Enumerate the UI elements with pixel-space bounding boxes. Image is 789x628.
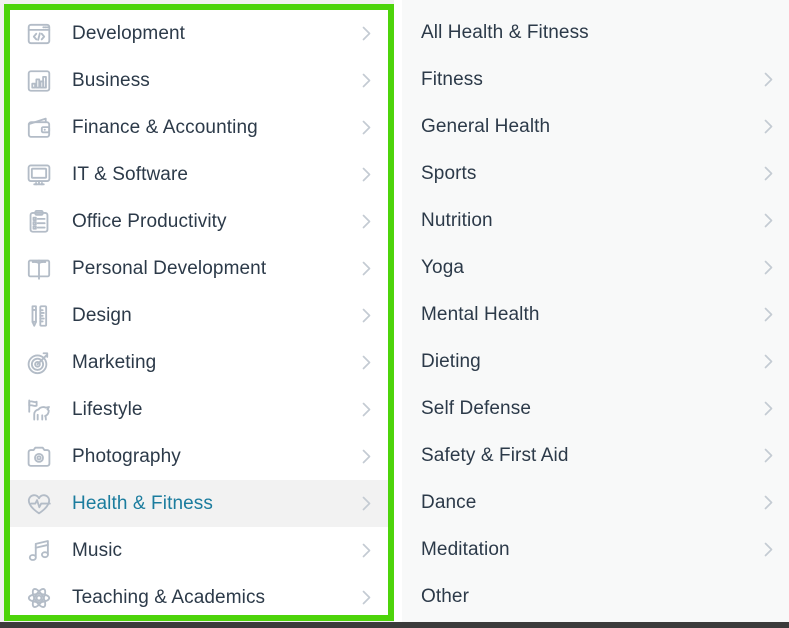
subcategory-item-all-health-fitness[interactable]: All Health & Fitness: [402, 9, 789, 56]
chevron-right-icon: [358, 355, 374, 371]
chevron-right-icon: [760, 307, 776, 323]
chevron-right-icon: [358, 73, 374, 89]
clipboard-list-icon: [20, 203, 58, 241]
music-note-icon: [20, 532, 58, 570]
subcategory-item-label: General Health: [421, 115, 551, 137]
category-item-label: Design: [72, 304, 132, 326]
chevron-right-icon: [358, 543, 374, 559]
subcategory-item-meditation[interactable]: Meditation: [402, 526, 789, 573]
code-window-icon: [20, 15, 58, 53]
primary-category-list: Development Business Finance & Accounting I…: [10, 10, 388, 616]
chevron-right-icon: [358, 590, 374, 606]
chevron-right-icon: [760, 213, 776, 229]
subcategory-panel: All Health & Fitness Fitness General Healt…: [402, 0, 789, 622]
category-item-label: Lifestyle: [72, 398, 143, 420]
chevron-right-icon: [760, 72, 776, 88]
subcategory-list: All Health & Fitness Fitness General Healt…: [402, 9, 789, 620]
chevron-right-icon: [358, 261, 374, 277]
category-item-lifestyle[interactable]: Lifestyle: [10, 386, 388, 433]
category-item-marketing[interactable]: Marketing: [10, 339, 388, 386]
subcategory-item-yoga[interactable]: Yoga: [402, 244, 789, 291]
category-item-office-productivity[interactable]: Office Productivity: [10, 198, 388, 245]
category-item-music[interactable]: Music: [10, 527, 388, 574]
subcategory-item-fitness[interactable]: Fitness: [402, 56, 789, 103]
bar-chart-icon: [20, 62, 58, 100]
bottom-chrome-bar: [0, 622, 789, 628]
category-item-label: Office Productivity: [72, 210, 227, 232]
subcategory-item-label: Other: [421, 585, 470, 607]
subcategory-item-label: Nutrition: [421, 209, 493, 231]
atom-icon: [20, 579, 58, 616]
chevron-right-icon: [760, 354, 776, 370]
category-flyout-menu: Development Business Finance & Accounting I…: [0, 0, 789, 622]
category-item-health-fitness[interactable]: Health & Fitness: [10, 480, 388, 527]
category-item-business[interactable]: Business: [10, 57, 388, 104]
category-item-personal-development[interactable]: Personal Development: [10, 245, 388, 292]
category-item-design[interactable]: Design: [10, 292, 388, 339]
chevron-right-icon: [760, 542, 776, 558]
subcategory-item-dance[interactable]: Dance: [402, 479, 789, 526]
open-book-icon: [20, 250, 58, 288]
category-item-label: Finance & Accounting: [72, 116, 258, 138]
subcategory-item-label: All Health & Fitness: [421, 21, 589, 43]
category-item-development[interactable]: Development: [10, 10, 388, 57]
category-item-label: Business: [72, 69, 150, 91]
category-item-label: Health & Fitness: [72, 492, 213, 514]
category-item-label: Marketing: [72, 351, 157, 373]
subcategory-item-dieting[interactable]: Dieting: [402, 338, 789, 385]
subcategory-item-label: Sports: [421, 162, 477, 184]
category-item-label: Photography: [72, 445, 181, 467]
pencil-ruler-icon: [20, 297, 58, 335]
subcategory-item-nutrition[interactable]: Nutrition: [402, 197, 789, 244]
chevron-right-icon: [760, 260, 776, 276]
category-item-finance-accounting[interactable]: Finance & Accounting: [10, 104, 388, 151]
category-item-label: Personal Development: [72, 257, 267, 279]
primary-category-panel-highlight-box: Development Business Finance & Accounting I…: [4, 4, 394, 621]
subcategory-item-label: Mental Health: [421, 303, 540, 325]
category-item-label: IT & Software: [72, 163, 189, 185]
category-item-label: Teaching & Academics: [72, 586, 266, 608]
subcategory-item-safety-first-aid[interactable]: Safety & First Aid: [402, 432, 789, 479]
subcategory-item-general-health[interactable]: General Health: [402, 103, 789, 150]
subcategory-item-sports[interactable]: Sports: [402, 150, 789, 197]
wallet-icon: [20, 109, 58, 147]
subcategory-item-other[interactable]: Other: [402, 573, 789, 620]
chevron-right-icon: [760, 448, 776, 464]
subcategory-item-label: Safety & First Aid: [421, 444, 569, 466]
category-item-it-software[interactable]: IT & Software: [10, 151, 388, 198]
chevron-right-icon: [358, 120, 374, 136]
chevron-right-icon: [760, 166, 776, 182]
category-item-photography[interactable]: Photography: [10, 433, 388, 480]
chevron-right-icon: [760, 495, 776, 511]
subcategory-item-label: Yoga: [421, 256, 465, 278]
chevron-right-icon: [358, 214, 374, 230]
chevron-right-icon: [358, 167, 374, 183]
subcategory-item-label: Meditation: [421, 538, 510, 560]
chevron-right-icon: [358, 449, 374, 465]
dog-icon: [20, 391, 58, 429]
chevron-right-icon: [358, 402, 374, 418]
chevron-right-icon: [358, 26, 374, 42]
chevron-right-icon: [358, 496, 374, 512]
subcategory-item-label: Dance: [421, 491, 477, 513]
target-dart-icon: [20, 344, 58, 382]
subcategory-item-label: Self Defense: [421, 397, 531, 419]
monitor-icon: [20, 156, 58, 194]
camera-icon: [20, 438, 58, 476]
chevron-right-icon: [358, 308, 374, 324]
subcategory-item-label: Fitness: [421, 68, 483, 90]
subcategory-item-label: Dieting: [421, 350, 481, 372]
category-item-teaching-academics[interactable]: Teaching & Academics: [10, 574, 388, 616]
category-item-label: Development: [72, 22, 186, 44]
subcategory-item-mental-health[interactable]: Mental Health: [402, 291, 789, 338]
chevron-right-icon: [760, 401, 776, 417]
category-item-label: Music: [72, 539, 123, 561]
subcategory-item-self-defense[interactable]: Self Defense: [402, 385, 789, 432]
chevron-right-icon: [760, 119, 776, 135]
heart-pulse-icon: [20, 485, 58, 523]
